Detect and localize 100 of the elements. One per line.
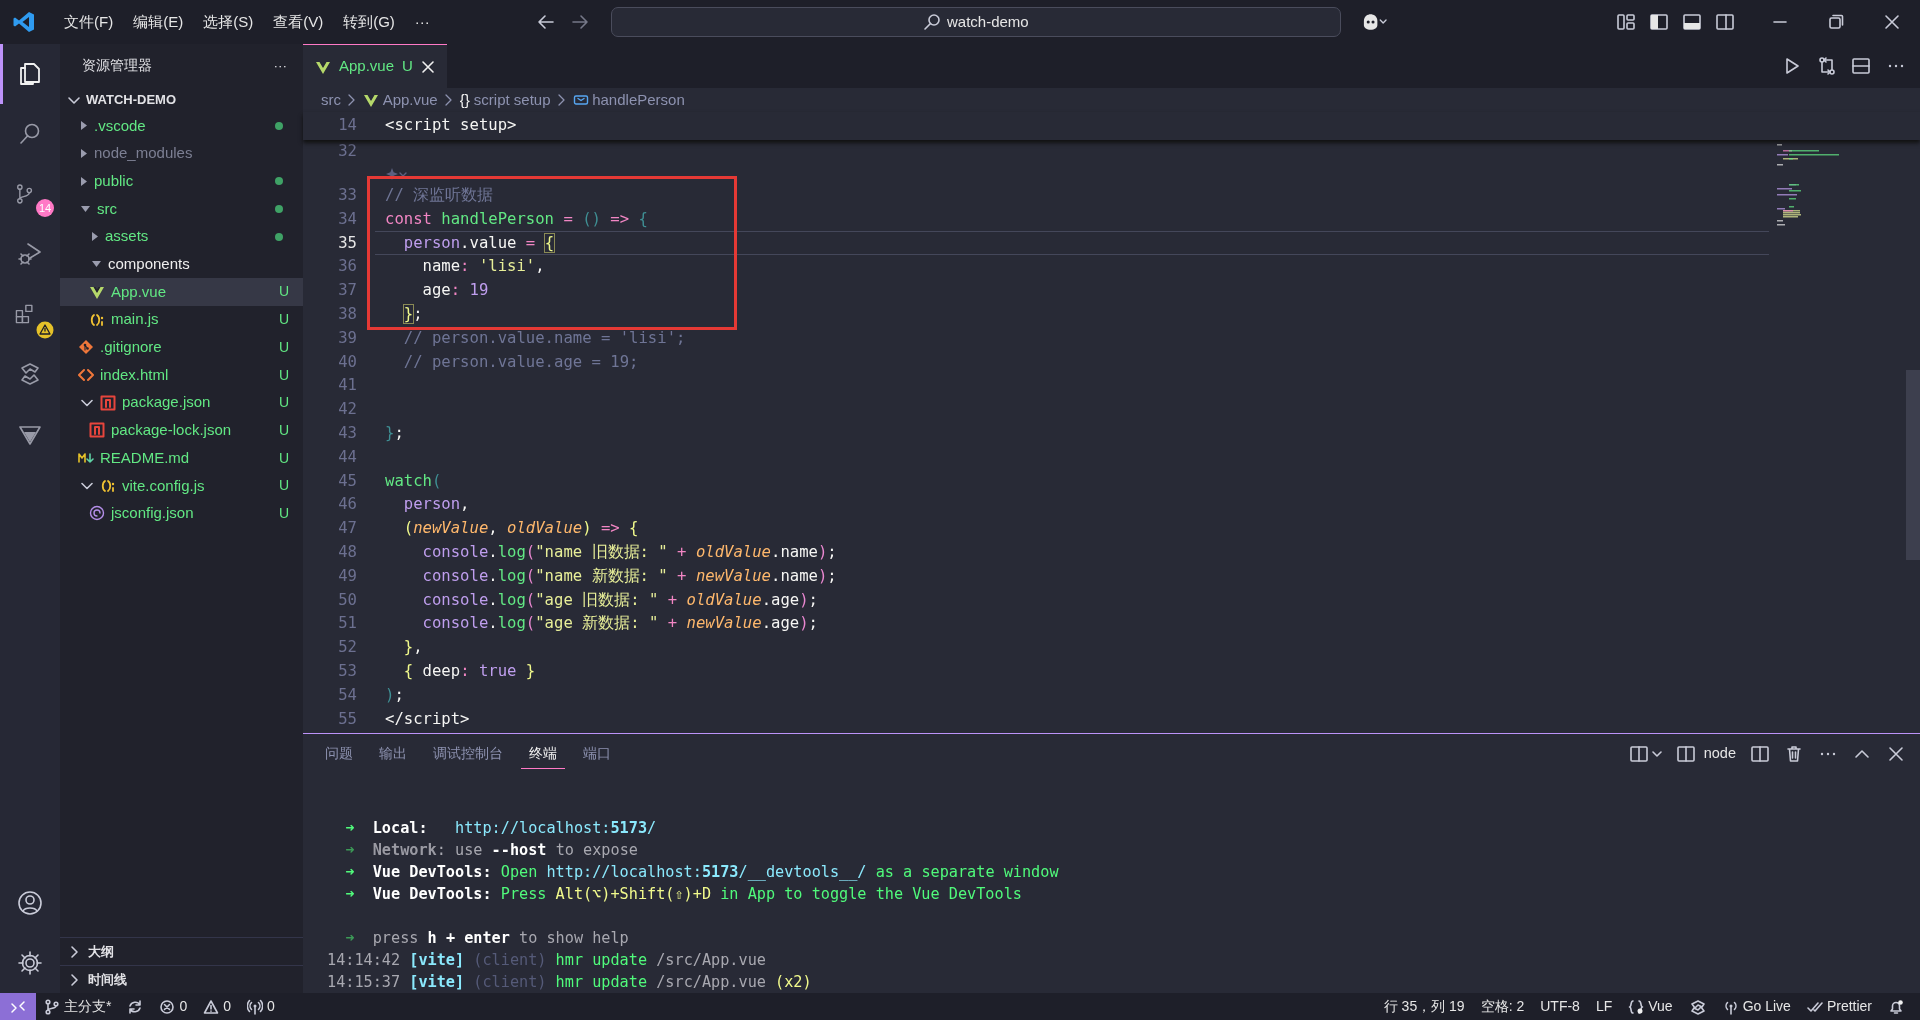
status-item[interactable]: 行 35，列 19	[1375, 993, 1473, 1020]
trash-icon[interactable]	[1784, 743, 1804, 764]
compare-changes-icon[interactable]	[1816, 56, 1837, 76]
line-number: 52	[337, 637, 358, 659]
status-item[interactable]: 0	[151, 993, 196, 1020]
warning-icon[interactable]	[203, 998, 220, 1015]
file-tree-item[interactable]: jsconfig.json U	[60, 499, 303, 528]
file-tree-item[interactable]: index.html U	[60, 361, 303, 389]
braces-icon[interactable]	[1628, 998, 1645, 1015]
run-debug-icon[interactable]	[16, 240, 44, 268]
package-icon	[89, 422, 105, 439]
breadcrumb-item[interactable]: handlePerson	[572, 88, 685, 112]
line-number: 40	[337, 351, 358, 373]
code-line: };	[385, 422, 404, 444]
customize-layout-icon[interactable]	[1616, 12, 1636, 32]
line-number: 41	[337, 375, 358, 397]
breadcrumb-item[interactable]: {} script setup	[459, 88, 551, 112]
file-tree-item[interactable]: node_modules	[60, 139, 303, 168]
line-number: 32	[337, 141, 358, 163]
file-tree-item[interactable]: README.md U	[60, 444, 303, 472]
panel-tab[interactable]: 问题	[317, 738, 361, 769]
panel-tab[interactable]: 调试控制台	[425, 738, 511, 769]
status-item[interactable]: 0	[239, 993, 283, 1020]
code-line: // 深监听数据	[385, 185, 494, 206]
terminal-line: ➜ Local: http://localhost:5173/	[344, 818, 658, 839]
status-item[interactable]: 0	[195, 993, 240, 1020]
file-tree-item[interactable]: public	[60, 167, 303, 196]
code-line: },	[402, 637, 423, 659]
line-number: 42	[337, 399, 358, 421]
panel-tab[interactable]: 输出	[371, 738, 415, 769]
menu-item[interactable]: 转到(G)	[333, 10, 405, 34]
restore-icon[interactable]	[1826, 12, 1846, 32]
sidebar-toggle-icon[interactable]	[1649, 12, 1669, 32]
code-line: name: 'lisi',	[421, 256, 545, 278]
file-tree-item[interactable]: package.json U	[60, 388, 303, 417]
breadcrumb-item[interactable]: App.vue	[363, 88, 438, 112]
code-line: const handlePerson = () => {	[385, 208, 648, 230]
terminal-line: ➜ Vue DevTools: Open http://localhost:5173/__devtools__/ as a separate window	[344, 862, 1060, 883]
menu-item[interactable]: 选择(S)	[193, 10, 264, 34]
editor-tab[interactable]: App.vue U	[303, 44, 447, 88]
status-item[interactable]: 空格: 2	[1472, 993, 1533, 1020]
bell-icon[interactable]	[1888, 998, 1904, 1015]
file-tree-item[interactable]: components	[60, 250, 303, 279]
terminal-line: ➜ press h + enter to show help	[344, 928, 630, 949]
vue-icon	[363, 92, 379, 108]
terminal-line: 14:14:42 [vite] (client) hmr update /src/App.vue	[327, 950, 767, 971]
close-icon[interactable]	[420, 59, 435, 74]
line-number: 49	[337, 565, 358, 587]
status-item[interactable]: Vue	[1620, 993, 1681, 1020]
section-header[interactable]: 大纲	[60, 937, 303, 965]
file-tree-item[interactable]: src	[60, 195, 303, 223]
menu-item[interactable]: 文件(F)	[54, 10, 124, 34]
file-tree-item[interactable]: .vscode	[60, 112, 303, 140]
scrollbar-thumb[interactable]	[1906, 370, 1920, 560]
line-number: 33	[337, 185, 358, 206]
chevron-right-icon	[556, 93, 567, 107]
error-icon[interactable]	[159, 998, 176, 1015]
status-item[interactable]: UTF-8	[1532, 993, 1588, 1020]
code-line: </script>	[385, 708, 470, 730]
file-tree-item[interactable]: App.vue U	[60, 278, 303, 306]
menu-item[interactable]: 查看(V)	[263, 10, 334, 34]
line-number: 47	[337, 518, 358, 540]
section-header[interactable]: WATCH-DEMO	[60, 88, 303, 112]
panel-tab[interactable]: 终端	[521, 738, 565, 769]
file-tree-item[interactable]: .gitignore U	[60, 333, 303, 362]
account-icon[interactable]	[16, 889, 44, 917]
branch-icon[interactable]	[44, 998, 60, 1015]
split-editor-icon[interactable]	[1851, 56, 1871, 76]
file-tree-item[interactable]: package-lock.json U	[60, 416, 303, 445]
search-field[interactable]: watch-demo	[610, 7, 1341, 37]
broadcast-icon[interactable]	[247, 998, 264, 1015]
code-line: age: 19	[421, 280, 489, 302]
new-terminal-dropdown[interactable]	[1628, 743, 1663, 764]
file-tree-item[interactable]: main.js U	[60, 305, 303, 334]
status-item[interactable]: Go Live	[1714, 993, 1799, 1020]
line-number: 39	[337, 327, 358, 349]
file-tree-item[interactable]: assets	[60, 222, 303, 251]
menu-item[interactable]: ···	[404, 10, 440, 34]
line-number: 50	[337, 589, 358, 611]
terminal-line: ➜ Network: use --host to expose	[344, 840, 639, 861]
more-button[interactable]: ···	[273, 55, 287, 77]
sync-icon[interactable]	[127, 998, 144, 1015]
breadcrumb-item[interactable]: src	[321, 88, 341, 112]
secondary-sidebar-icon[interactable]	[1715, 12, 1735, 32]
settings-icon[interactable]	[16, 949, 44, 977]
status-item[interactable]: Prettier	[1798, 993, 1880, 1020]
swirl-icon[interactable]	[1688, 998, 1707, 1015]
terminal-selector[interactable]: node	[1676, 742, 1736, 765]
status-item[interactable]: 主分支*	[36, 993, 120, 1020]
app-logo	[12, 10, 36, 34]
panel-tab[interactable]: 端口	[575, 738, 619, 769]
status-item[interactable]: LF	[1587, 993, 1621, 1020]
close-icon[interactable]	[1882, 12, 1902, 32]
menu-item[interactable]: 编辑(E)	[123, 10, 194, 34]
panel-toggle-icon[interactable]	[1682, 12, 1702, 32]
file-tree-item[interactable]: vite.config.js U	[60, 471, 303, 500]
remote-icon[interactable]	[10, 998, 26, 1015]
line-number: 38	[337, 304, 358, 325]
code-line: console.log("name 新数据: " + newValue.name);	[421, 565, 837, 587]
split-terminal-icon[interactable]	[1750, 743, 1770, 764]
